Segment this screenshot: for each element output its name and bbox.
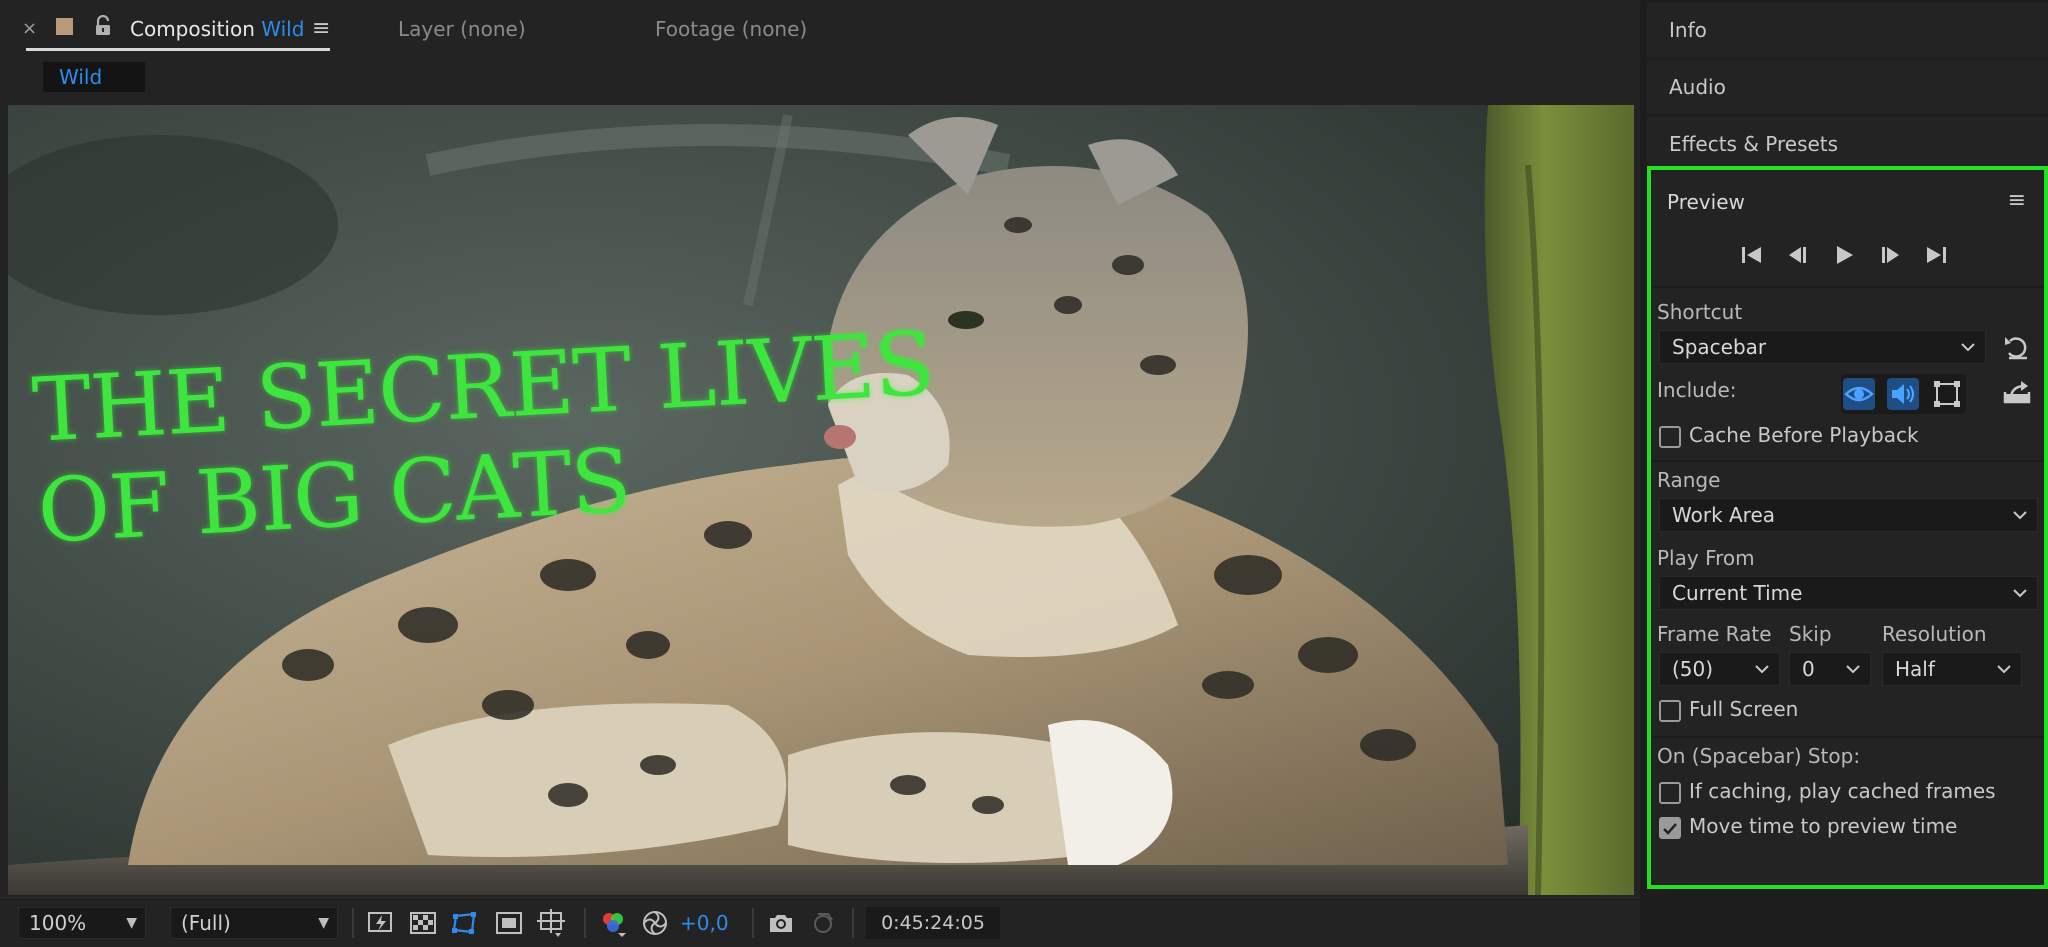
region-of-interest-icon[interactable] <box>494 908 524 938</box>
chevron-down-icon <box>1961 343 1975 352</box>
cache-before-playback-checkbox[interactable] <box>1659 426 1681 448</box>
composition-toolbar: 100% ▼ (Full) ▼ +0,0 0:45:24:05 <box>0 897 1640 947</box>
current-time-display[interactable]: 0:45:24:05 <box>866 907 1000 939</box>
range-value: Work Area <box>1672 503 1776 527</box>
chevron-down-icon <box>2013 511 2027 520</box>
frame-rate-value: (50) <box>1672 657 1714 681</box>
active-tab-underline <box>26 48 330 51</box>
full-screen-label: Full Screen <box>1689 697 1799 721</box>
color-channels-icon[interactable] <box>598 908 628 938</box>
magnification-select[interactable]: 100% ▼ <box>18 907 146 939</box>
full-screen-checkbox[interactable] <box>1659 700 1681 722</box>
move-time-checkbox[interactable] <box>1659 817 1681 839</box>
section-divider <box>1651 286 2044 288</box>
right-panel-stack: Info Audio Effects & Presets Preview ≡ S… <box>1643 0 2048 947</box>
chevron-down-icon <box>1755 665 1769 674</box>
frame-rate-dropdown[interactable]: (50) <box>1659 652 1780 686</box>
resolution-select[interactable]: (Full) ▼ <box>170 907 338 939</box>
next-frame-icon[interactable] <box>1875 240 1905 270</box>
play-from-dropdown[interactable]: Current Time <box>1659 576 2038 610</box>
fast-previews-icon[interactable] <box>366 908 396 938</box>
shortcut-value: Spacebar <box>1672 335 1767 359</box>
mask-path-visibility-icon[interactable] <box>450 908 480 938</box>
previous-frame-icon[interactable] <box>1783 240 1813 270</box>
tab-composition-name: Wild <box>261 17 305 41</box>
shortcut-dropdown[interactable]: Spacebar <box>1659 330 1986 364</box>
composition-viewer[interactable]: THE SECRET LIVES OF BIG CATS <box>8 105 1634 895</box>
first-frame-icon[interactable] <box>1737 240 1767 270</box>
label-color-swatch[interactable] <box>56 18 73 35</box>
reset-shortcut-icon[interactable] <box>2001 331 2033 363</box>
on-stop-label: On (Spacebar) Stop: <box>1657 744 1861 768</box>
resolution-value: Half <box>1895 657 1935 681</box>
toolbar-divider <box>584 908 586 938</box>
composition-breadcrumb-chip[interactable]: Wild <box>43 62 145 92</box>
play-from-value: Current Time <box>1672 581 1803 605</box>
skip-dropdown[interactable]: 0 <box>1789 652 1871 686</box>
last-frame-icon[interactable] <box>1921 240 1951 270</box>
tab-composition[interactable]: Composition Wild <box>130 14 304 44</box>
reset-exposure-icon[interactable] <box>640 908 670 938</box>
play-from-label: Play From <box>1657 546 1755 570</box>
chevron-down-icon: ▼ <box>126 915 137 931</box>
toolbar-divider <box>752 908 754 938</box>
skip-label: Skip <box>1789 622 1832 646</box>
show-snapshot-icon[interactable] <box>808 908 838 938</box>
tab-menu-icon[interactable]: ≡ <box>312 14 330 44</box>
tab-composition-prefix: Composition <box>130 17 255 41</box>
tab-layer[interactable]: Layer (none) <box>398 14 526 44</box>
checkmark-icon <box>1663 823 1677 835</box>
snapshot-camera-icon[interactable] <box>766 908 796 938</box>
cache-before-playback-label: Cache Before Playback <box>1689 423 1919 447</box>
toolbar-divider <box>852 908 854 938</box>
shortcut-label: Shortcut <box>1657 300 1743 324</box>
if-caching-label: If caching, play cached frames <box>1689 779 1996 803</box>
chevron-down-icon <box>1846 665 1860 674</box>
preview-panel-title: Preview <box>1667 190 1745 214</box>
grid-guides-icon[interactable] <box>536 908 566 938</box>
exposure-value[interactable]: +0,0 <box>680 908 729 938</box>
info-panel-tab[interactable]: Info <box>1647 3 2048 57</box>
include-overlays-icon[interactable] <box>1931 378 1963 410</box>
effects-presets-panel-tab[interactable]: Effects & Presets <box>1647 117 2048 171</box>
resolution-label: Resolution <box>1882 622 1987 646</box>
resolution-value: (Full) <box>181 911 231 935</box>
range-dropdown[interactable]: Work Area <box>1659 498 2038 532</box>
range-label: Range <box>1657 468 1721 492</box>
chevron-down-icon <box>2013 589 2027 598</box>
chevron-down-icon: ▼ <box>318 915 329 931</box>
lock-icon[interactable] <box>94 15 112 37</box>
composition-panel: × Composition Wild ≡ Layer (none) Footag… <box>0 0 1640 947</box>
include-label: Include: <box>1657 378 1737 402</box>
panel-menu-icon[interactable]: ≡ <box>2008 188 2026 213</box>
close-tab-icon[interactable]: × <box>22 14 37 44</box>
resolution-dropdown[interactable]: Half <box>1882 652 2022 686</box>
if-caching-checkbox[interactable] <box>1659 782 1681 804</box>
preview-panel: Preview ≡ Shortcut Spacebar Include: Cac… <box>1647 166 2048 889</box>
chevron-down-icon <box>1997 665 2011 674</box>
move-time-label: Move time to preview time <box>1689 814 1958 838</box>
transparency-grid-icon[interactable] <box>408 908 438 938</box>
tab-footage[interactable]: Footage (none) <box>655 14 807 44</box>
section-divider <box>1651 736 2044 738</box>
include-audio-speaker-icon[interactable] <box>1887 378 1919 410</box>
audio-panel-tab[interactable]: Audio <box>1647 60 2048 114</box>
magnification-value: 100% <box>29 911 87 935</box>
frame-rate-label: Frame Rate <box>1657 622 1772 646</box>
include-video-eye-icon[interactable] <box>1843 378 1875 410</box>
toolbar-divider <box>352 908 354 938</box>
composition-tab-bar: × Composition Wild ≡ Layer (none) Footag… <box>0 0 1640 58</box>
export-tray-icon[interactable] <box>2001 376 2033 408</box>
skip-value: 0 <box>1802 657 1815 681</box>
section-divider <box>1651 460 2044 462</box>
play-icon[interactable] <box>1829 240 1859 270</box>
